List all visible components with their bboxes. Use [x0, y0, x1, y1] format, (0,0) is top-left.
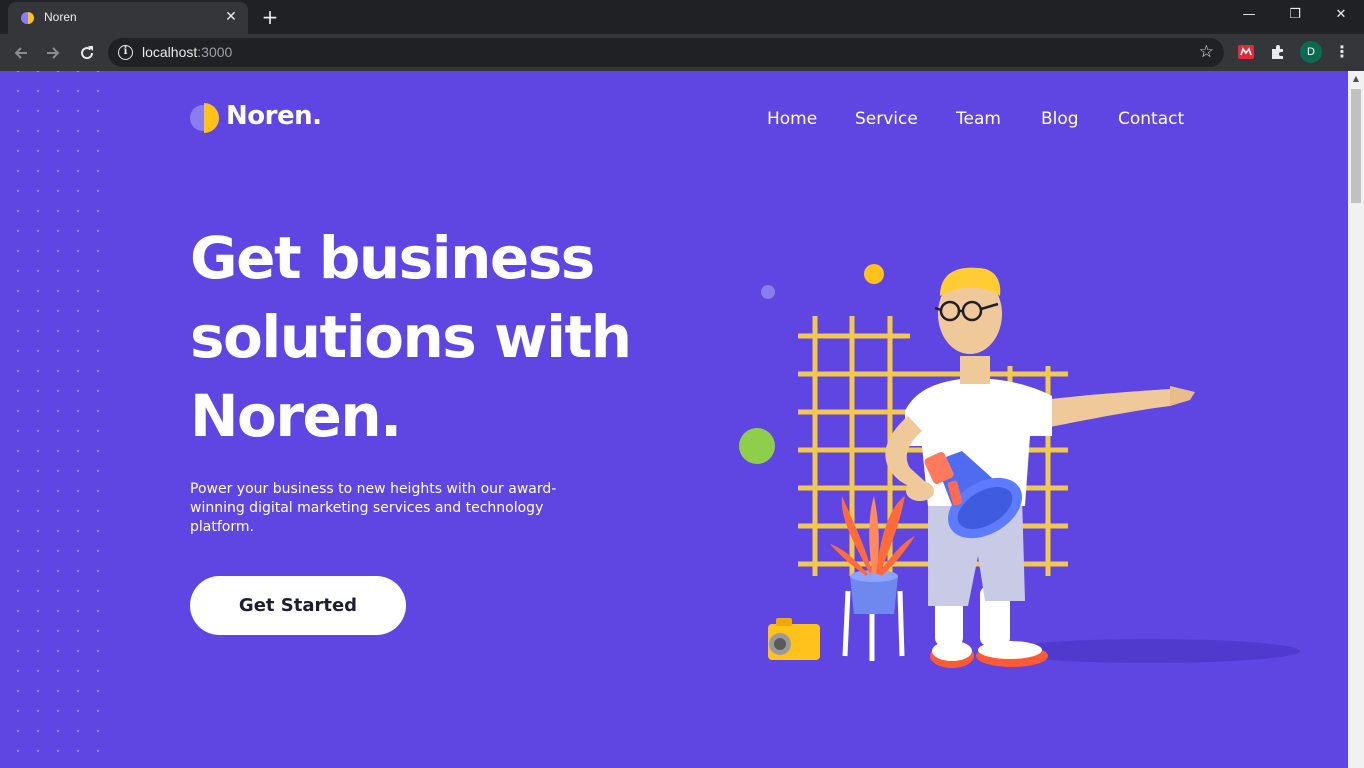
scrollbar-thumb[interactable]: [1351, 89, 1361, 203]
scroll-up-icon[interactable]: ▲: [1348, 71, 1364, 87]
url-text[interactable]: localhost:3000: [142, 44, 232, 60]
decor-circle-yellow: [864, 264, 884, 284]
info-icon[interactable]: i: [118, 45, 133, 60]
dot-pattern-decoration: [0, 71, 100, 768]
hero-subtext: Power your business to new heights with …: [190, 481, 557, 535]
star-icon[interactable]: ☆: [1199, 42, 1214, 62]
window-close-button[interactable]: ✕: [1318, 0, 1364, 30]
page-scrollbar[interactable]: ▲: [1348, 71, 1364, 768]
get-started-button[interactable]: Get Started: [190, 576, 406, 635]
minimize-button[interactable]: —: [1226, 0, 1272, 30]
nav-service[interactable]: Service: [855, 109, 918, 129]
landing-page: Noren. Home Service Team Blog Contact Ge…: [0, 71, 1348, 768]
restore-button[interactable]: ❐: [1272, 0, 1318, 30]
reload-icon: [81, 46, 94, 60]
camera: [768, 618, 820, 660]
decor-circle-purple: [761, 285, 775, 299]
browser-tab[interactable]: Noren ✕: [8, 2, 248, 34]
tab-close-icon[interactable]: ✕: [222, 8, 240, 26]
headline-line-1: Get business: [190, 224, 595, 292]
browser-toolbar: i localhost:3000 ☆ D ⋮: [0, 34, 1364, 71]
arrow-left-icon: [14, 47, 27, 59]
noren-logo-icon: [190, 103, 219, 133]
extension-red-icon[interactable]: [1236, 42, 1256, 62]
hero-illustration: [739, 264, 1300, 668]
kebab-icon[interactable]: ⋮: [1332, 42, 1352, 62]
tab-title: Noren: [44, 10, 77, 24]
character: [885, 267, 1195, 668]
forward-button[interactable]: [40, 40, 66, 66]
address-bar[interactable]: i localhost:3000 ☆: [108, 38, 1224, 67]
url-host: localhost: [142, 44, 198, 60]
logo-text: Noren.: [226, 101, 322, 131]
reload-button[interactable]: [74, 40, 100, 66]
decor-circle-green: [739, 428, 775, 464]
noren-favicon-icon: [21, 12, 34, 24]
puzzle-icon[interactable]: [1268, 42, 1288, 62]
nav-home[interactable]: Home: [767, 109, 817, 129]
nav-team[interactable]: Team: [956, 109, 1001, 129]
headline-line-3: Noren.: [190, 382, 402, 450]
new-tab-button[interactable]: +: [258, 6, 282, 28]
plant-stand: [842, 570, 905, 661]
back-button[interactable]: [8, 40, 34, 66]
hero-headline: Get business solutions with Noren.: [190, 219, 650, 456]
profile-avatar[interactable]: D: [1300, 41, 1322, 63]
nav-blog[interactable]: Blog: [1041, 109, 1079, 129]
url-port: :3000: [197, 44, 233, 60]
browser-tab-strip: Noren ✕ + — ❐ ✕: [0, 0, 1364, 34]
arrow-right-icon: [47, 47, 60, 59]
nav-contact[interactable]: Contact: [1118, 109, 1184, 129]
headline-line-2: solutions with: [190, 303, 632, 371]
